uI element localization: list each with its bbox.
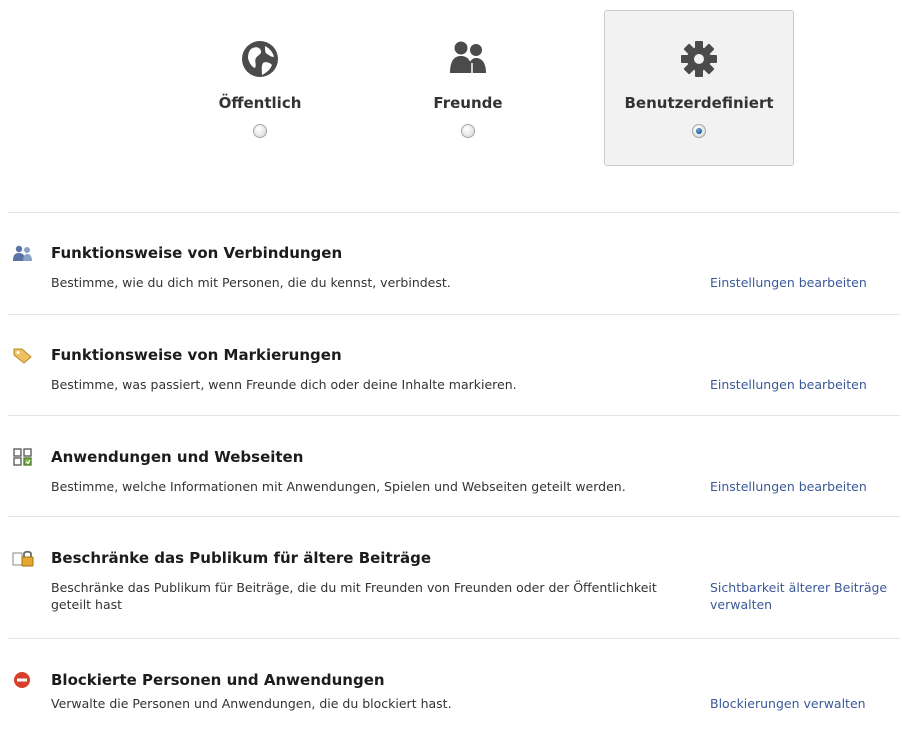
lock-icon — [12, 550, 34, 567]
tag-icon — [13, 348, 32, 364]
edit-settings-link[interactable]: Einstellungen bearbeiten — [710, 478, 902, 495]
section-connections: Funktionsweise von Verbindungen Bestimme… — [0, 236, 902, 316]
audience-radio-custom[interactable] — [692, 124, 706, 138]
section-description: Bestimme, was passiert, wenn Freunde dic… — [51, 377, 517, 392]
section-description: Bestimme, wie du dich mit Personen, die … — [51, 275, 451, 290]
audience-label: Freunde — [433, 94, 503, 112]
divider — [8, 212, 900, 213]
friends-icon — [450, 41, 486, 73]
gear-icon — [681, 41, 717, 77]
audience-radio-public[interactable] — [253, 124, 267, 138]
section-description: Beschränke das Publikum für Beiträge, di… — [51, 580, 657, 612]
audience-option-friends[interactable]: Freunde — [373, 10, 563, 166]
divider — [8, 638, 900, 639]
globe-icon — [242, 41, 278, 77]
section-title: Funktionsweise von Markierungen — [51, 346, 342, 364]
section-tagging: Funktionsweise von Markierungen Bestimme… — [0, 338, 902, 418]
audience-option-public[interactable]: Öffentlich — [165, 10, 355, 166]
section-title: Anwendungen und Webseiten — [51, 448, 304, 466]
section-blocking: Blockierte Personen und Anwendungen Verw… — [0, 663, 902, 743]
section-title: Blockierte Personen und Anwendungen — [51, 671, 385, 689]
audience-label: Benutzerdefiniert — [624, 94, 774, 112]
manage-past-posts-link[interactable]: Sichtbarkeit älterer Beiträge verwalten — [710, 579, 902, 613]
section-description: Bestimme, welche Informationen mit Anwen… — [51, 479, 626, 494]
audience-option-custom[interactable]: Benutzerdefiniert — [604, 10, 794, 166]
divider — [8, 314, 900, 315]
block-icon — [14, 672, 30, 688]
section-title: Funktionsweise von Verbindungen — [51, 244, 343, 262]
divider — [8, 516, 900, 517]
section-past-posts: Beschränke das Publikum für ältere Beitr… — [0, 541, 902, 621]
manage-blocking-link[interactable]: Blockierungen verwalten — [710, 695, 902, 712]
section-description: Verwalte die Personen und Anwendungen, d… — [51, 696, 452, 711]
edit-settings-link[interactable]: Einstellungen bearbeiten — [710, 274, 902, 291]
audience-selector: Öffentlich Freunde Benutzerdefiniert — [0, 0, 902, 200]
divider — [8, 415, 900, 416]
audience-label: Öffentlich — [218, 94, 302, 112]
section-apps: Anwendungen und Webseiten Bestimme, welc… — [0, 440, 902, 520]
section-title: Beschränke das Publikum für ältere Beitr… — [51, 549, 432, 567]
audience-radio-friends[interactable] — [461, 124, 475, 138]
edit-settings-link[interactable]: Einstellungen bearbeiten — [710, 376, 902, 393]
friends-icon — [13, 245, 32, 261]
apps-icon — [13, 448, 32, 466]
